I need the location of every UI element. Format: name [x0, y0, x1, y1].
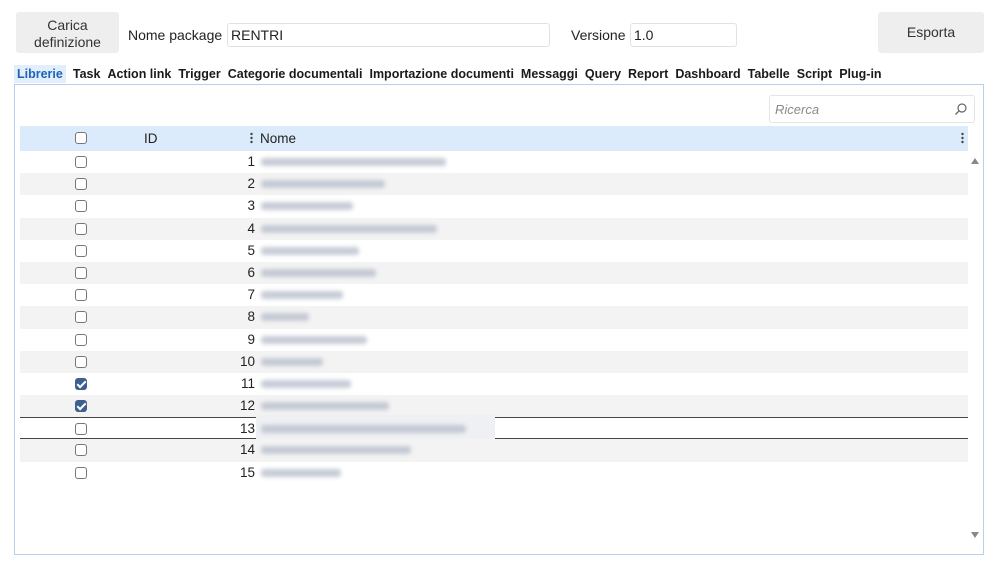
row-id: 11 [240, 375, 255, 391]
row-id: 13 [239, 421, 255, 437]
row-id: 7 [247, 287, 255, 303]
tab-report[interactable]: Report [628, 65, 668, 83]
column-header-id[interactable]: ID [144, 126, 158, 151]
row-name-redacted [261, 180, 385, 189]
row-checkbox[interactable] [75, 423, 87, 436]
tab-bar: Librerie Task Action link Trigger Categorie … [14, 65, 889, 83]
search-input[interactable] [775, 100, 945, 118]
tab-script[interactable]: Script [797, 65, 832, 83]
table-row[interactable]: 10 [20, 350, 968, 373]
select-all-checkbox[interactable] [75, 132, 87, 144]
row-id: 9 [247, 331, 255, 347]
row-id: 6 [247, 264, 255, 280]
tab-action-link[interactable]: Action link [107, 65, 171, 83]
column-header-nome[interactable]: Nome [260, 126, 296, 151]
row-id: 10 [239, 353, 255, 369]
libraries-panel: ID Nome 123456789101112131415 [14, 84, 984, 555]
row-id: 4 [247, 220, 255, 236]
tab-categorie-documentali[interactable]: Categorie documentali [228, 65, 363, 83]
tab-task[interactable]: Task [73, 65, 101, 83]
row-checkbox[interactable] [75, 222, 87, 235]
table-row[interactable]: 11 [20, 373, 968, 395]
table-row[interactable]: 4 [20, 217, 968, 240]
row-name-redacted [261, 402, 389, 411]
row-name-redacted [261, 379, 351, 388]
tab-messaggi[interactable]: Messaggi [521, 65, 578, 83]
scroll-up-icon[interactable] [970, 157, 980, 165]
row-name-redacted [261, 446, 411, 455]
table-row[interactable]: 13 [20, 415, 968, 442]
column-menu-icon[interactable] [961, 132, 964, 144]
row-name-redacted [261, 246, 359, 255]
search-box[interactable] [769, 95, 975, 123]
table-row[interactable]: 15 [20, 462, 968, 484]
row-name-redacted [261, 202, 353, 211]
table-row[interactable]: 14 [20, 439, 968, 462]
row-name-redacted [261, 425, 466, 434]
row-checkbox[interactable] [75, 178, 87, 191]
row-checkbox[interactable] [75, 333, 87, 346]
row-name-redacted [261, 335, 367, 344]
table-row[interactable]: 8 [20, 306, 968, 329]
row-checkbox[interactable] [75, 400, 87, 413]
version-label: Versione [571, 27, 626, 43]
row-id: 12 [239, 398, 255, 414]
table-row[interactable]: 1 [20, 151, 968, 173]
package-name-label: Nome package [128, 27, 223, 43]
version-input[interactable] [630, 23, 737, 47]
table-row[interactable]: 2 [20, 173, 968, 196]
package-name-input[interactable] [227, 23, 550, 47]
row-name-redacted [261, 268, 376, 277]
tab-query[interactable]: Query [585, 65, 621, 83]
row-checkbox[interactable] [75, 377, 87, 390]
column-menu-icon[interactable] [250, 132, 253, 144]
table-header: ID Nome [20, 126, 968, 151]
table-row[interactable]: 12 [20, 395, 968, 418]
tab-plug-in[interactable]: Plug-in [839, 65, 881, 83]
row-id: 1 [247, 154, 255, 169]
table-body: 1 2 3 4 5 6 7 8 9 10 11 12 13 14 15 [20, 151, 968, 484]
row-name-redacted [261, 357, 323, 366]
row-id: 15 [239, 464, 255, 480]
row-checkbox[interactable] [75, 444, 87, 457]
row-name-redacted [261, 158, 446, 166]
row-name-redacted [261, 224, 437, 233]
row-checkbox[interactable] [75, 311, 87, 324]
row-checkbox[interactable] [75, 244, 87, 257]
row-checkbox[interactable] [75, 289, 87, 302]
row-id: 2 [247, 176, 255, 192]
table-row[interactable]: 7 [20, 284, 968, 306]
row-id: 8 [247, 309, 255, 325]
row-name-redacted [261, 468, 341, 477]
table-row[interactable]: 6 [20, 261, 968, 285]
tab-dashboard[interactable]: Dashboard [675, 65, 740, 83]
scroll-down-icon[interactable] [970, 531, 980, 539]
row-checkbox[interactable] [75, 156, 87, 168]
row-checkbox[interactable] [75, 466, 87, 479]
row-id: 3 [247, 198, 255, 214]
row-checkbox[interactable] [75, 200, 87, 213]
table-row[interactable]: 3 [20, 195, 968, 217]
table-row[interactable]: 9 [20, 329, 968, 351]
search-icon[interactable] [954, 102, 968, 116]
row-id: 14 [239, 442, 255, 458]
tab-tabelle[interactable]: Tabelle [748, 65, 790, 83]
row-name-redacted [261, 291, 343, 300]
row-id: 5 [247, 242, 255, 258]
export-button[interactable]: Esporta [878, 12, 984, 53]
row-checkbox[interactable] [75, 266, 87, 279]
tab-trigger[interactable]: Trigger [178, 65, 220, 83]
tab-importazione-documenti[interactable]: Importazione documenti [369, 65, 513, 83]
table-row[interactable]: 5 [20, 240, 968, 262]
load-definition-button[interactable]: Carica definizione [16, 12, 119, 53]
row-name-redacted [261, 313, 309, 322]
tab-librerie[interactable]: Librerie [14, 65, 66, 83]
row-checkbox[interactable] [75, 355, 87, 368]
